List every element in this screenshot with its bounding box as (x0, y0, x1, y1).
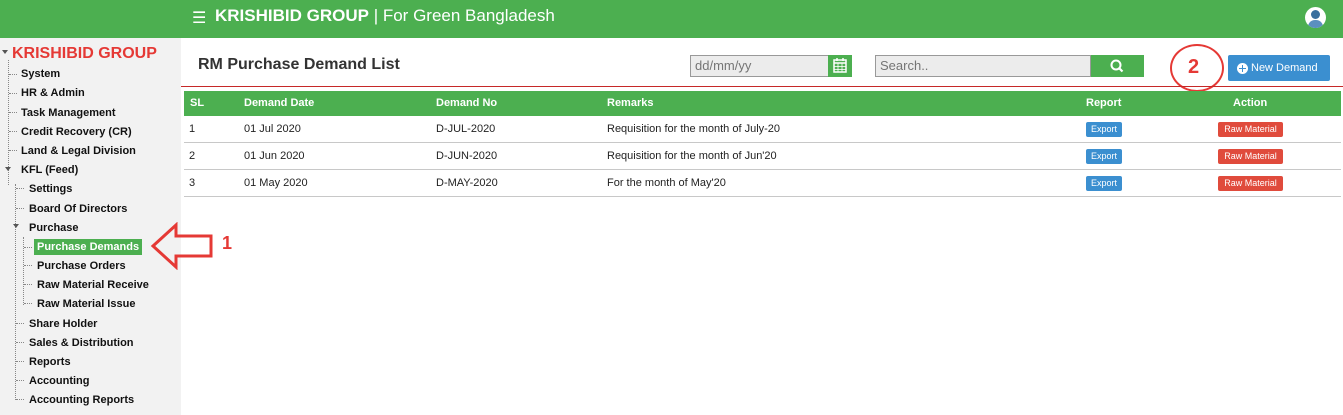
date-filter-input[interactable] (690, 55, 832, 77)
tree-line (15, 184, 16, 400)
sidebar-item-credit-recovery[interactable]: Credit Recovery (CR) (21, 125, 132, 139)
sidebar-item-task-management[interactable]: Task Management (21, 106, 116, 120)
table-header: SL Demand Date Demand No Remarks Report … (184, 91, 1341, 116)
cell-sl: 3 (189, 177, 196, 189)
raw-material-button[interactable]: Raw Material (1218, 122, 1283, 137)
sidebar-item-purchase-orders[interactable]: Purchase Orders (37, 259, 126, 273)
raw-material-button[interactable]: Raw Material (1218, 176, 1283, 191)
hamburger-menu-icon[interactable]: ☰ (192, 9, 206, 29)
tree-branch (16, 342, 24, 343)
export-button[interactable]: Export (1086, 149, 1122, 164)
cell-demand-date: 01 May 2020 (244, 177, 308, 189)
cell-demand-date: 01 Jun 2020 (244, 150, 305, 162)
annotation-arrow-icon (150, 222, 213, 270)
tree-branch (16, 323, 24, 324)
new-demand-label: New Demand (1251, 62, 1318, 74)
tree-branch (24, 265, 32, 266)
column-header-sl: SL (190, 97, 205, 109)
cell-demand-date: 01 Jul 2020 (244, 123, 301, 135)
annotation-number-1: 1 (222, 233, 233, 253)
sidebar-item-hr-admin[interactable]: HR & Admin (21, 86, 85, 100)
tree-branch (16, 188, 24, 189)
column-header-report: Report (1086, 97, 1122, 109)
tree-branch (9, 131, 17, 132)
tree-branch (24, 284, 32, 285)
top-navbar: ☰ KRISHIBID GROUP | For Green Bangladesh (0, 0, 1343, 38)
tree-branch (9, 74, 17, 75)
table-row: 1 01 Jul 2020 D-JUL-2020 Requisition for… (184, 116, 1341, 143)
tree-branch (24, 303, 32, 304)
tree-branch (16, 380, 24, 381)
tree-branch (16, 208, 24, 209)
annotation-number-2: 2 (1188, 56, 1200, 78)
sidebar-item-purchase[interactable]: Purchase (29, 221, 79, 235)
avatar-head (1311, 10, 1320, 19)
sidebar-item-share-holder[interactable]: Share Holder (29, 317, 97, 331)
sidebar-item-board-of-directors[interactable]: Board Of Directors (29, 202, 127, 216)
sidebar-title: KRISHIBID GROUP (12, 45, 157, 62)
tree-branch (24, 247, 32, 248)
tree-branch (9, 112, 17, 113)
brand-tagline: | For Green Bangladesh (373, 6, 555, 25)
tree-expand-icon[interactable] (2, 50, 8, 54)
export-button[interactable]: Export (1086, 176, 1122, 191)
cell-demand-no: D-JUL-2020 (436, 123, 496, 135)
brand: KRISHIBID GROUP | For Green Bangladesh (215, 6, 555, 26)
cell-remarks: Requisition for the month of Jun'20 (607, 150, 777, 162)
tree-branch (9, 93, 17, 94)
search-button[interactable] (1091, 55, 1144, 77)
calendar-button[interactable] (828, 55, 852, 77)
cell-demand-no: D-MAY-2020 (436, 177, 498, 189)
avatar-body (1308, 20, 1323, 28)
sidebar-item-raw-material-receive[interactable]: Raw Material Receive (37, 278, 149, 292)
calendar-icon (833, 58, 847, 73)
sidebar-item-sales-distribution[interactable]: Sales & Distribution (29, 336, 134, 350)
search-input[interactable] (875, 55, 1091, 77)
sidebar-item-settings[interactable]: Settings (29, 182, 72, 196)
cell-demand-no: D-JUN-2020 (436, 150, 498, 162)
sidebar-item-system[interactable]: System (21, 67, 60, 81)
new-demand-button[interactable]: New Demand (1228, 55, 1330, 81)
user-avatar-icon[interactable] (1305, 7, 1326, 28)
search-icon (1110, 59, 1124, 73)
cell-remarks: For the month of May'20 (607, 177, 726, 189)
cell-remarks: Requisition for the month of July-20 (607, 123, 781, 135)
sidebar-item-raw-material-issue[interactable]: Raw Material Issue (37, 297, 135, 311)
column-header-action: Action (1233, 97, 1268, 109)
sidebar-item-reports[interactable]: Reports (29, 355, 71, 369)
cell-sl: 1 (189, 123, 196, 135)
tree-expand-icon[interactable] (13, 224, 19, 228)
column-header-demand-date: Demand Date (244, 97, 315, 109)
brand-name: KRISHIBID GROUP (215, 6, 369, 25)
raw-material-button[interactable]: Raw Material (1218, 149, 1283, 164)
tree-branch (16, 399, 24, 400)
sidebar-item-accounting[interactable]: Accounting (29, 374, 90, 388)
page-title: RM Purchase Demand List (198, 56, 400, 73)
sidebar-item-purchase-demands[interactable]: Purchase Demands (34, 239, 143, 255)
tree-branch (9, 150, 17, 151)
header-divider (181, 86, 1343, 87)
sidebar-item-land-legal[interactable]: Land & Legal Division (21, 144, 136, 158)
sidebar-item-accounting-reports[interactable]: Accounting Reports (29, 393, 134, 407)
column-header-remarks: Remarks (607, 97, 654, 109)
column-header-demand-no: Demand No (436, 97, 498, 109)
tree-expand-icon[interactable] (5, 167, 11, 171)
table-row: 2 01 Jun 2020 D-JUN-2020 Requisition for… (184, 143, 1341, 170)
export-button[interactable]: Export (1086, 122, 1122, 137)
sidebar-item-kfl-feed[interactable]: KFL (Feed) (21, 163, 78, 177)
cell-sl: 2 (189, 150, 196, 162)
tree-branch (16, 361, 24, 362)
table-row: 3 01 May 2020 D-MAY-2020 For the month o… (184, 170, 1341, 197)
plus-circle-icon (1237, 63, 1248, 74)
